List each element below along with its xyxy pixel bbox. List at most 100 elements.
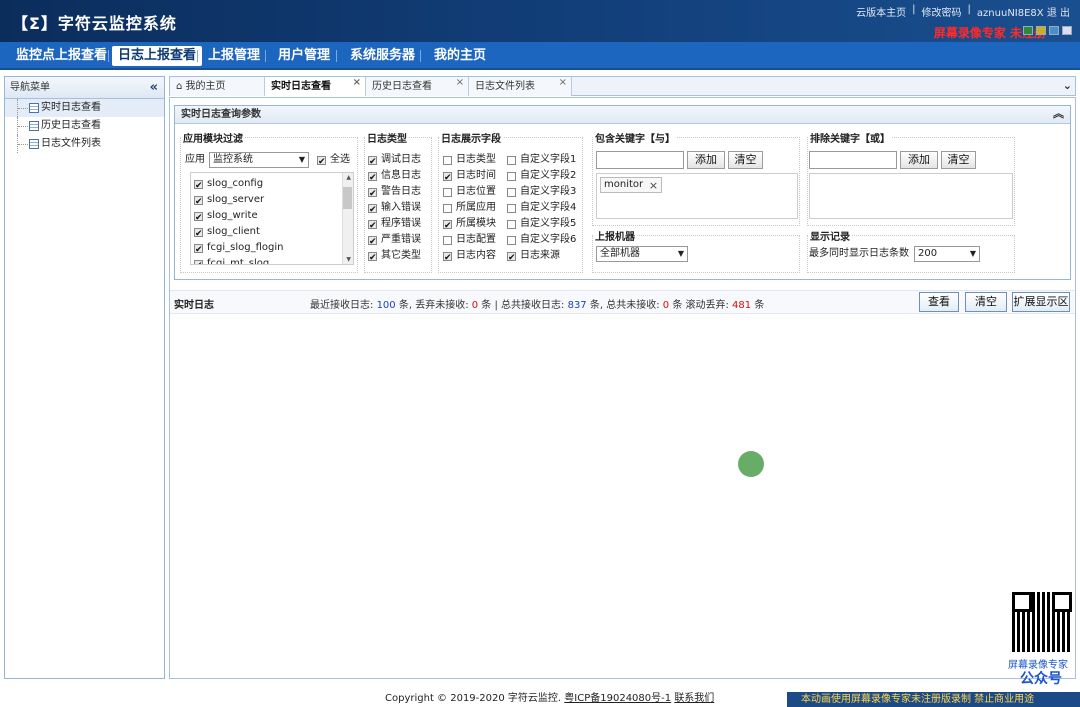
home-link[interactable]: 云版本主页 [856, 4, 906, 19]
display-field-checkbox[interactable]: 日志位置 [443, 184, 496, 200]
checkbox-icon [368, 250, 377, 266]
display-field-checkbox[interactable]: 日志时间 [443, 168, 496, 186]
clear-button[interactable]: 清空 [965, 292, 1007, 312]
menu-separator [336, 50, 337, 62]
select-all-checkbox[interactable]: 全选 [317, 152, 350, 170]
table-icon [29, 139, 39, 149]
keyword-tag[interactable]: monitor × [600, 177, 663, 193]
remove-icon[interactable]: × [649, 179, 658, 193]
app-title: 【Σ】字符云监控系统 [12, 14, 177, 33]
display-field-checkbox[interactable]: 自定义字段6 [507, 232, 576, 248]
display-field-checkbox[interactable]: 日志类型 [443, 152, 496, 168]
menu-user-manage[interactable]: 用户管理 [272, 46, 336, 66]
menu-report-manage[interactable]: 上报管理 [202, 46, 266, 66]
module-item[interactable]: fcgi_slog_flogin [194, 240, 283, 258]
checkbox-icon [507, 203, 516, 213]
max-records-select[interactable]: 200 ▼ [914, 246, 980, 262]
module-item[interactable]: fcgi_mt_slog [194, 256, 269, 264]
view-button[interactable]: 查看 [919, 292, 959, 312]
display-field-checkbox[interactable]: 日志配置 [443, 232, 496, 248]
exclude-add-button[interactable]: 添加 [900, 151, 938, 169]
tab-my-home[interactable]: ⌂ 我的主页 [170, 77, 265, 96]
exclude-clear-button[interactable]: 清空 [941, 151, 976, 169]
module-item[interactable]: slog_write [194, 208, 258, 226]
max-records-label: 最多同时显示日志条数 [809, 248, 909, 259]
contact-link[interactable]: 联系我们 [674, 693, 714, 704]
checkbox-icon [443, 235, 452, 245]
table-icon [29, 103, 39, 113]
module-item[interactable]: slog_config [194, 176, 263, 194]
close-icon[interactable]: × [559, 73, 567, 92]
cursor-highlight [738, 451, 764, 477]
display-field-checkbox[interactable]: 日志内容 [443, 248, 496, 266]
app-header: 【Σ】字符云监控系统 云版本主页 | 修改密码 | aznuuNI8E8X 退 … [0, 0, 1080, 42]
module-item[interactable]: slog_client [194, 224, 260, 242]
include-add-button[interactable]: 添加 [687, 151, 725, 169]
exclude-keyword-box [809, 173, 1013, 219]
tab-realtime-log[interactable]: 实时日志查看 × [265, 77, 366, 96]
module-list[interactable]: slog_config slog_server slog_write slog_… [190, 172, 354, 265]
log-type-legend: 日志类型 [367, 134, 407, 145]
exclude-keywords-legend: 排除关键字【或】 [810, 134, 890, 145]
sidebar-item-log-files[interactable]: 日志文件列表 [5, 135, 164, 153]
logout-link[interactable]: aznuuNI8E8X 退 出 [977, 4, 1070, 19]
menu-log-report[interactable]: 日志上报查看 [112, 46, 203, 66]
include-keyword-box: monitor × [596, 173, 798, 219]
expand-display-button[interactable]: 扩展显示区 [1012, 292, 1070, 312]
change-password-link[interactable]: 修改密码 [922, 4, 962, 19]
chevron-down-icon[interactable]: ⌄ [1063, 79, 1072, 92]
qr-code [1010, 590, 1074, 654]
window-icons [1023, 26, 1072, 35]
checkbox-icon [443, 155, 452, 165]
tab-log-files[interactable]: 日志文件列表 × [469, 77, 572, 96]
checkbox-icon [368, 218, 377, 234]
checkbox-icon [507, 171, 516, 181]
display-field-checkbox[interactable]: 自定义字段5 [507, 216, 576, 232]
collapse-icon[interactable]: « [150, 77, 158, 99]
chevron-up-icon[interactable]: ︽ [1053, 105, 1064, 123]
display-field-checkbox[interactable]: 自定义字段4 [507, 200, 576, 216]
log-type-checkbox[interactable]: 程序错误 [368, 216, 421, 234]
query-panel-header: 实时日志查询参数 ︽ [175, 106, 1070, 124]
app-label: 应用 [185, 154, 205, 165]
log-type-checkbox[interactable]: 其它类型 [368, 248, 421, 266]
scroll-up-icon[interactable]: ▲ [346, 174, 351, 181]
tab-history-log[interactable]: 历史日志查看 × [366, 77, 469, 96]
close-icon[interactable]: × [456, 73, 464, 92]
display-fields-legend: 日志展示字段 [441, 134, 501, 145]
menu-monitor-report[interactable]: 监控点上报查看 [10, 46, 113, 66]
include-clear-button[interactable]: 清空 [728, 151, 763, 169]
display-field-checkbox[interactable]: 自定义字段2 [507, 168, 576, 184]
menu-system-server[interactable]: 系统服务器 [344, 46, 421, 66]
white-icon [1062, 26, 1072, 35]
table-icon [29, 121, 39, 131]
dropdown-arrow-icon: ▼ [677, 249, 684, 258]
module-filter-legend: 应用模块过滤 [183, 134, 243, 145]
display-field-checkbox[interactable]: 所属模块 [443, 216, 496, 234]
scroll-down-icon[interactable]: ▼ [346, 256, 351, 263]
include-keyword-input[interactable] [596, 151, 684, 169]
machine-select[interactable]: 全部机器 ▼ [596, 246, 688, 262]
display-field-checkbox[interactable]: 所属应用 [443, 200, 496, 216]
log-type-checkbox[interactable]: 严重错误 [368, 232, 421, 250]
display-field-checkbox[interactable]: 自定义字段1 [507, 152, 576, 168]
sidebar-item-history-log[interactable]: 历史日志查看 [5, 117, 164, 135]
sidebar-item-realtime-log[interactable]: 实时日志查看 [5, 99, 164, 117]
icp-link[interactable]: 粤ICP备19024080号-1 [564, 693, 671, 704]
menu-my-home[interactable]: 我的主页 [428, 46, 492, 66]
app-select[interactable]: 监控系统 ▼ [209, 152, 309, 168]
scrollbar[interactable]: ▲ ▼ [342, 173, 353, 264]
exclude-keyword-input[interactable] [809, 151, 897, 169]
log-type-checkbox[interactable]: 警告日志 [368, 184, 421, 202]
checkbox-icon [507, 219, 516, 229]
log-type-checkbox[interactable]: 信息日志 [368, 168, 421, 186]
display-field-checkbox[interactable]: 日志来源 [507, 248, 560, 266]
display-field-checkbox[interactable]: 自定义字段3 [507, 184, 576, 200]
module-item[interactable]: slog_server [194, 192, 264, 210]
checkbox-icon [507, 187, 516, 197]
log-type-checkbox[interactable]: 调试日志 [368, 152, 421, 170]
log-type-checkbox[interactable]: 输入错误 [368, 200, 421, 218]
close-icon[interactable]: × [353, 73, 361, 92]
display-records-legend: 显示记录 [810, 232, 850, 243]
scroll-thumb[interactable] [343, 187, 352, 209]
